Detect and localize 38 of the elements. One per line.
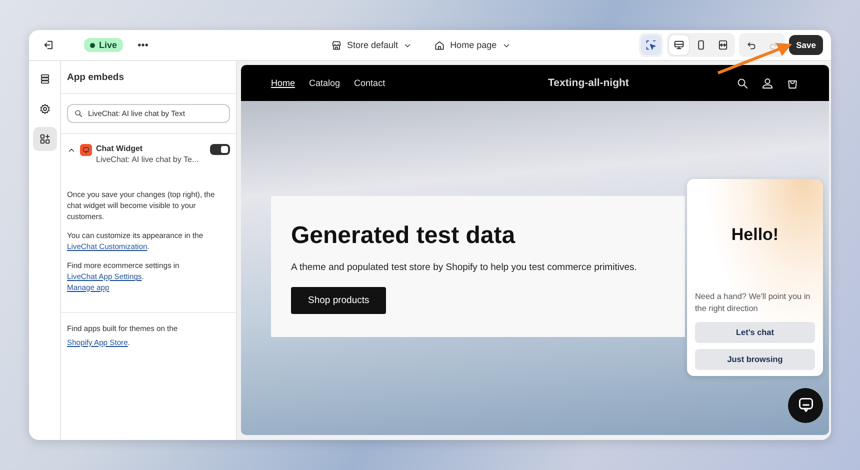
status-dot — [90, 42, 95, 48]
panel-title: App embeds — [61, 61, 236, 94]
search-icon — [74, 109, 83, 118]
shop-button[interactable]: Shop products — [291, 287, 386, 314]
redo-icon — [768, 40, 779, 50]
store-icon — [331, 40, 342, 50]
search-icon[interactable] — [736, 76, 749, 90]
nav-link[interactable]: Home — [271, 78, 296, 88]
nav-link[interactable]: Catalog — [309, 78, 340, 88]
user-icon[interactable] — [761, 76, 774, 90]
store-name[interactable]: Texting-all-night — [491, 77, 736, 89]
chat-text: Need a hand? We'll point you in the right direction — [695, 291, 812, 316]
save-button[interactable]: Save — [789, 35, 823, 55]
status-label: Live — [99, 40, 118, 50]
apps-tab[interactable] — [32, 127, 56, 151]
undo-icon — [746, 40, 757, 50]
page-selector[interactable]: Home page — [430, 36, 515, 54]
hero-text: A theme and populated test store by Shopify to help you test commerce primitives. — [291, 262, 638, 273]
toggle-switch[interactable] — [210, 144, 230, 156]
chat-greeting: Hello! — [730, 224, 780, 246]
fullwidth-icon — [717, 39, 730, 51]
sections-icon — [38, 73, 50, 85]
chat-option-button[interactable]: Let's chat — [695, 322, 815, 343]
inspector-button[interactable] — [641, 35, 662, 55]
chat-option-button[interactable]: Just browsing — [695, 348, 815, 370]
embed-name: Chat Widget — [96, 144, 144, 154]
cursor-select-icon — [645, 39, 658, 51]
exit-icon — [43, 39, 55, 51]
home-icon — [434, 40, 446, 50]
hero-title: Generated test data — [291, 222, 516, 250]
theme-selector[interactable]: Store default — [327, 36, 416, 54]
desktop-view-button[interactable] — [669, 35, 690, 55]
chat-bubble-icon — [796, 396, 814, 414]
desktop-icon — [673, 39, 686, 51]
apps-icon — [38, 133, 50, 145]
gear-icon — [38, 103, 50, 115]
nav-link[interactable]: Contact — [354, 78, 386, 88]
embed-app-name: LiveChat: AI live chat by Te... — [96, 155, 199, 164]
